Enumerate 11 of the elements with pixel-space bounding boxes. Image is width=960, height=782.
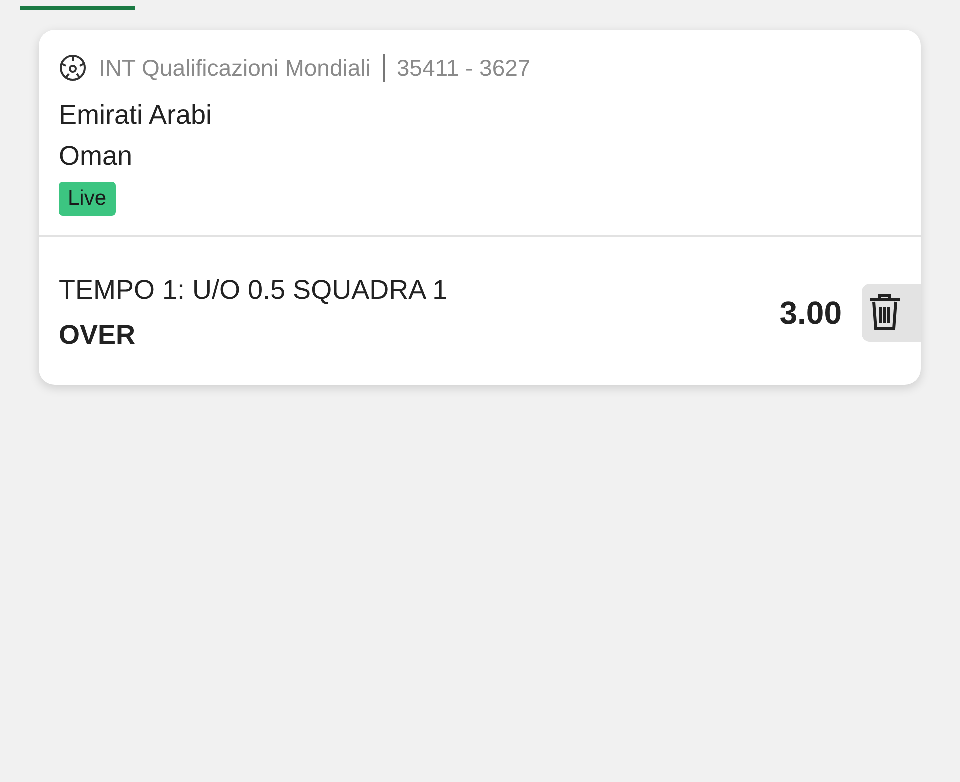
live-badge: Live <box>59 182 116 216</box>
team-name: Emirati Arabi <box>59 100 212 131</box>
competition-name: INT Qualificazioni Mondiali <box>99 54 371 82</box>
event-code: 35411 - 3627 <box>396 54 531 82</box>
team-name: Oman <box>59 141 133 172</box>
delete-button[interactable] <box>862 284 921 342</box>
odds-value: 3.00 <box>780 294 842 332</box>
trash-icon <box>868 294 902 332</box>
market-name: TEMPO 1: U/O 0.5 SQUADRA 1 <box>59 275 448 306</box>
outcome-name: OVER <box>59 320 136 351</box>
soccer-ball-icon <box>59 54 87 82</box>
